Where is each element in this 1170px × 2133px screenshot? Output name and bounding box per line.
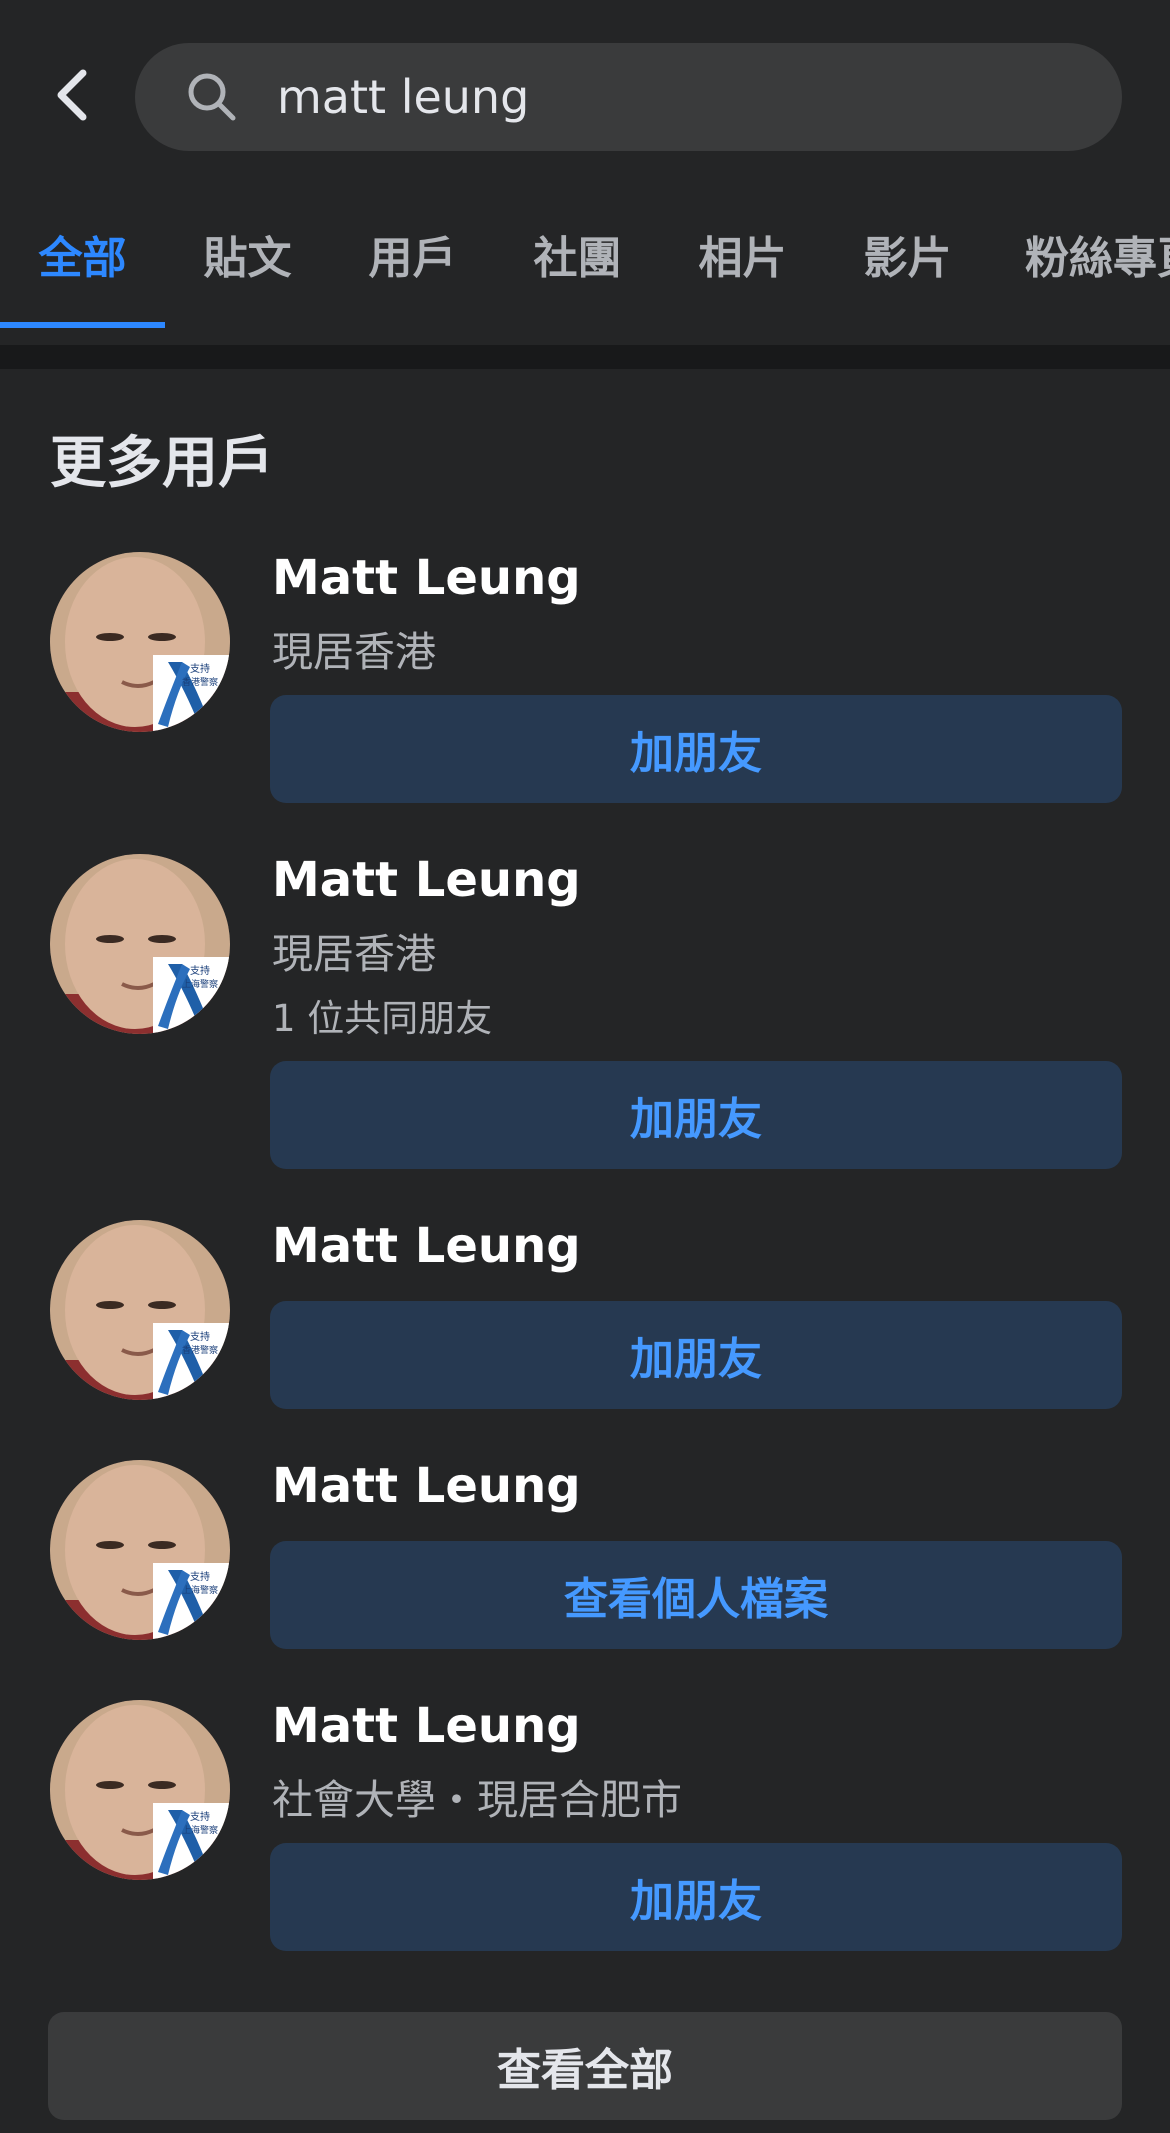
avatar-shape (96, 935, 124, 943)
avatar-shape (148, 1301, 176, 1309)
person-name[interactable]: Matt Leung (272, 1218, 581, 1274)
add-friend-button[interactable]: 加朋友 (270, 1061, 1122, 1169)
person-location: 現居香港 (272, 930, 436, 978)
view-profile-button[interactable]: 查看個人檔案 (270, 1541, 1122, 1649)
profile-photo: 支持上海警察 (50, 854, 230, 1034)
avatar[interactable]: 支持 香港警察 (50, 1220, 230, 1400)
search-bar[interactable] (135, 43, 1122, 151)
tab-posts[interactable]: 貼文 (165, 200, 330, 308)
person-name[interactable]: Matt Leung (272, 550, 581, 606)
avatar-shape (96, 1301, 124, 1309)
person-name[interactable]: Matt Leung (272, 1458, 581, 1514)
ribbon-text: 香港警察 (182, 676, 218, 688)
tab-all[interactable]: 全部 (0, 200, 165, 328)
avatar-shape (148, 633, 176, 641)
avatar[interactable]: 支持 上海警察 (50, 854, 230, 1034)
avatar-shape (96, 633, 124, 641)
ribbon-text: 支持 (190, 1810, 210, 1823)
profile-photo: 支持香港警察 (50, 1220, 230, 1400)
ribbon-text: 香港警察 (182, 1344, 218, 1356)
person-location: 現居香港 (272, 628, 436, 676)
avatar-shape (96, 1541, 124, 1549)
avatar[interactable]: 支持 上海警察 (50, 1700, 230, 1880)
avatar[interactable]: 支持 上海警察 (50, 1460, 230, 1640)
mutual-friends: 1 位共同朋友 (272, 997, 493, 1040)
ribbon-text: 上海警察 (182, 978, 218, 990)
chevron-left-icon (57, 69, 87, 121)
see-all-button[interactable]: 查看全部 (48, 2012, 1122, 2120)
ribbon-text: 上海警察 (182, 1584, 218, 1596)
avatar-shape (148, 1781, 176, 1789)
search-icon (185, 70, 239, 124)
ribbon-text: 上海警察 (182, 1824, 218, 1836)
person-name[interactable]: Matt Leung (272, 852, 581, 908)
top-bar (0, 0, 1170, 200)
section-title: 更多用戶 (50, 431, 274, 496)
section-divider (0, 345, 1170, 369)
person-details: 社會大學・現居合肥市 (272, 1776, 682, 1824)
tab-pages[interactable]: 粉絲專頁 (990, 200, 1170, 308)
tab-videos[interactable]: 影片 (825, 200, 990, 308)
add-friend-button[interactable]: 加朋友 (270, 695, 1122, 803)
tab-groups[interactable]: 社團 (495, 200, 660, 308)
avatar-shape (148, 935, 176, 943)
avatar[interactable]: 支持 香港警察 (50, 552, 230, 732)
search-input[interactable] (277, 70, 1122, 124)
add-friend-button[interactable]: 加朋友 (270, 1843, 1122, 1951)
tab-people[interactable]: 用戶 (330, 200, 495, 308)
back-button[interactable] (36, 55, 106, 135)
ribbon-text: 支持 (190, 1330, 210, 1343)
filter-tabs: 全部 貼文 用戶 社團 相片 影片 粉絲專頁 (0, 200, 1170, 348)
tab-photos[interactable]: 相片 (660, 200, 825, 308)
avatar-shape (96, 1781, 124, 1789)
profile-photo: 支持上海警察 (50, 1460, 230, 1640)
add-friend-button[interactable]: 加朋友 (270, 1301, 1122, 1409)
avatar-shape (148, 1541, 176, 1549)
profile-photo: 支持香港警察 (50, 552, 230, 732)
ribbon-text: 支持 (190, 964, 210, 977)
ribbon-text: 支持 (190, 662, 210, 675)
person-name[interactable]: Matt Leung (272, 1698, 581, 1754)
profile-photo: 支持上海警察 (50, 1700, 230, 1880)
ribbon-text: 支持 (190, 1570, 210, 1583)
